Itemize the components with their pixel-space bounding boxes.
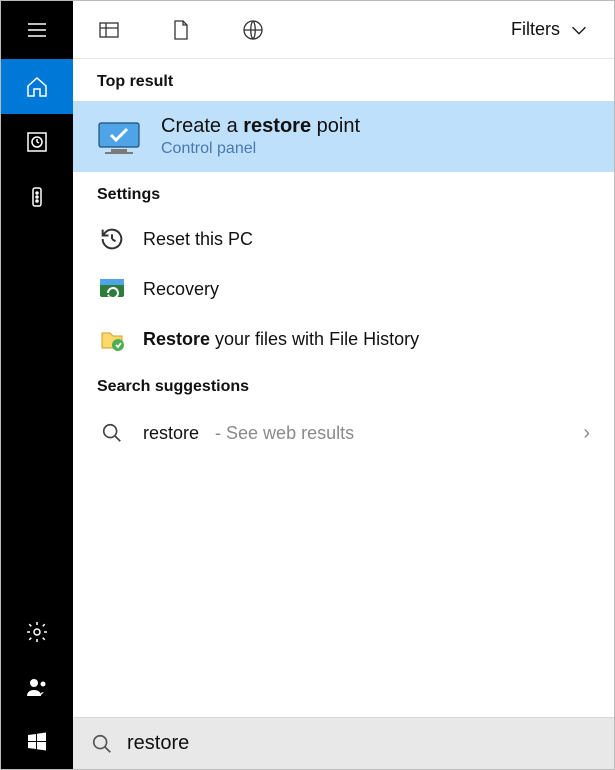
setting-label: Recovery bbox=[143, 279, 219, 300]
suggestions-header: Search suggestions bbox=[73, 364, 614, 406]
search-icon bbox=[91, 733, 113, 755]
gear-icon bbox=[25, 620, 49, 644]
setting-recovery[interactable]: Recovery bbox=[73, 264, 614, 314]
sidebar-timeline[interactable] bbox=[1, 114, 73, 169]
hamburger-icon bbox=[25, 18, 49, 42]
main-panel: Filters Top result Create a restore poin… bbox=[73, 1, 614, 769]
setting-file-history[interactable]: Restore your files with File History bbox=[73, 314, 614, 364]
results-content: Top result Create a restore point Contro… bbox=[73, 59, 614, 717]
apps-icon bbox=[97, 18, 121, 42]
search-icon bbox=[101, 422, 123, 444]
search-bar[interactable] bbox=[73, 717, 614, 769]
history-icon bbox=[98, 225, 126, 253]
monitor-check-icon bbox=[97, 119, 141, 155]
top-result-item[interactable]: Create a restore point Control panel bbox=[73, 101, 614, 172]
tab-documents[interactable] bbox=[169, 1, 241, 59]
top-result-header: Top result bbox=[73, 59, 614, 101]
suggestion-suffix: - See web results bbox=[215, 423, 354, 444]
top-result-subtitle: Control panel bbox=[161, 140, 360, 158]
chevron-down-icon bbox=[568, 19, 590, 41]
sidebar-settings[interactable] bbox=[1, 604, 73, 659]
tab-apps[interactable] bbox=[97, 1, 169, 59]
tab-web[interactable] bbox=[241, 1, 313, 59]
document-icon bbox=[169, 18, 193, 42]
suggestion-text: restore bbox=[143, 423, 199, 444]
file-history-icon bbox=[98, 325, 126, 353]
sidebar-remote[interactable] bbox=[1, 169, 73, 224]
filters-label: Filters bbox=[511, 19, 560, 40]
suggestion-item[interactable]: restore - See web results › bbox=[73, 406, 614, 460]
setting-label: Restore your files with File History bbox=[143, 329, 419, 350]
windows-start-icon bbox=[25, 730, 49, 754]
clock-box-icon bbox=[25, 130, 49, 154]
top-tabs: Filters bbox=[73, 1, 614, 59]
filters-button[interactable]: Filters bbox=[511, 19, 590, 41]
remote-icon bbox=[25, 185, 49, 209]
windows-start-button[interactable] bbox=[1, 714, 73, 769]
top-result-title: Create a restore point bbox=[161, 115, 360, 138]
people-icon bbox=[25, 675, 49, 699]
chevron-right-icon: › bbox=[583, 422, 590, 445]
sidebar bbox=[1, 1, 73, 769]
recovery-icon bbox=[98, 275, 126, 303]
sidebar-home[interactable] bbox=[1, 59, 73, 114]
setting-label: Reset this PC bbox=[143, 229, 253, 250]
hamburger-button[interactable] bbox=[1, 1, 73, 59]
globe-icon bbox=[241, 18, 265, 42]
settings-header: Settings bbox=[73, 172, 614, 214]
home-icon bbox=[25, 75, 49, 99]
search-input[interactable] bbox=[127, 732, 596, 755]
sidebar-people[interactable] bbox=[1, 659, 73, 714]
setting-reset-pc[interactable]: Reset this PC bbox=[73, 214, 614, 264]
